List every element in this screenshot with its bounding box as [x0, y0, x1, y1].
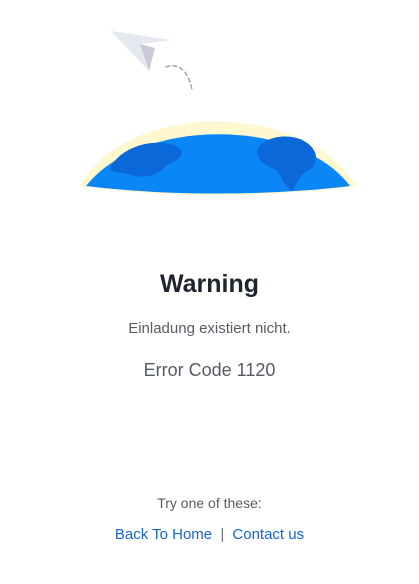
suggestion-text: Try one of these: — [157, 495, 262, 511]
back-to-home-link[interactable]: Back To Home — [115, 526, 212, 543]
contact-us-link[interactable]: Contact us — [232, 526, 304, 543]
plane-trail — [165, 65, 193, 91]
error-code: Error Code 1120 — [143, 360, 276, 380]
error-message: Einladung existiert nicht. — [128, 320, 291, 337]
error-illustration — [80, 31, 356, 195]
globe-icon — [80, 121, 356, 195]
paper-plane-icon — [111, 31, 172, 71]
help-links: Back To Home | Contact us — [0, 524, 419, 546]
link-separator: | — [220, 526, 225, 543]
page-title: Warning — [159, 270, 260, 298]
